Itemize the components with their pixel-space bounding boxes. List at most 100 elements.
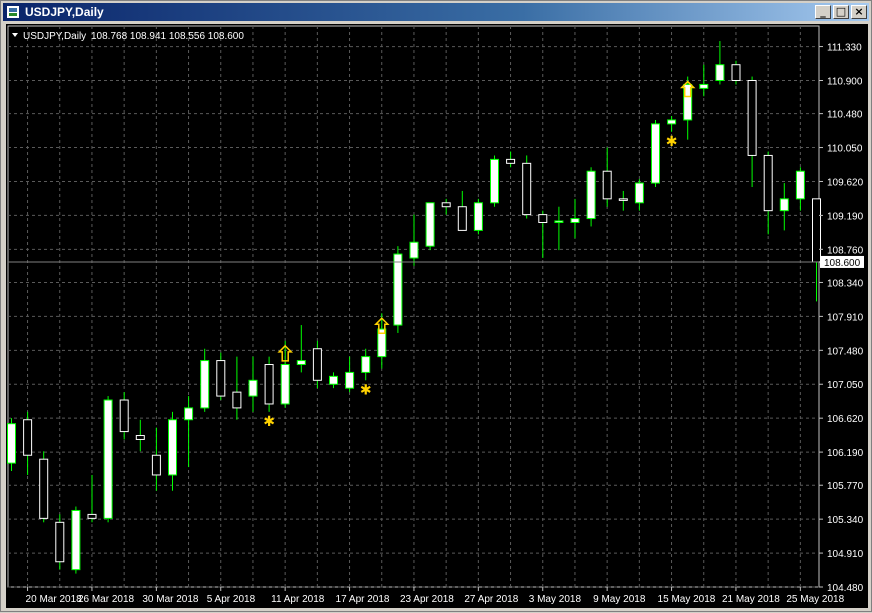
candle-body-bear (747, 79, 757, 156)
candle-body-bear (119, 399, 129, 433)
candle-body-bear (522, 162, 532, 216)
candle-body-bull (715, 64, 725, 81)
price-tick-label: 104.910 (827, 549, 864, 560)
price-tick-label: 108.760 (827, 245, 864, 256)
price-tick-label: 110.480 (827, 110, 863, 121)
date-tick-label: 15 May 2018 (658, 594, 716, 605)
price-tick-label: 104.480 (827, 583, 864, 594)
candle-body-bear (232, 391, 242, 409)
candle-body-bear (602, 170, 612, 200)
price-tick-label: 111.330 (827, 43, 862, 54)
date-tick-label: 25 May 2018 (786, 594, 844, 605)
candle-body-bull (71, 509, 81, 571)
candlestick-chart[interactable]: ✱ ✱ ✱ 111.330 110.900 110.480 110.050 109.620 1… (6, 24, 868, 608)
candle-body-bull (634, 182, 644, 204)
price-tick-label: 110.900 (827, 76, 863, 87)
candle-body-bull (699, 83, 709, 89)
candle-body-bull (490, 158, 499, 204)
candle[interactable] (7, 418, 16, 472)
candle[interactable] (103, 396, 113, 523)
window-title: USDJPY,Daily (25, 5, 104, 19)
close-button[interactable]: × (851, 5, 867, 19)
date-tick-label: 21 May 2018 (722, 594, 780, 605)
title-bar[interactable]: USDJPY,Daily _ □ × (3, 3, 869, 21)
candle-body-bear (135, 435, 145, 440)
date-tick-label: 9 May 2018 (593, 594, 646, 605)
candle[interactable] (393, 246, 403, 333)
candle-body-bull (393, 253, 403, 326)
candle[interactable] (264, 356, 274, 412)
candle-body-bull (473, 202, 483, 231)
candle-body-bear (39, 458, 49, 519)
chart-ohlc-values: 108.768 108.941 108.556 108.600 (91, 31, 244, 42)
price-tick-label: 107.480 (827, 346, 864, 357)
candle-body-bear (216, 360, 226, 397)
price-tick-label: 106.620 (827, 414, 864, 425)
candle-body-bull (570, 218, 580, 224)
candle[interactable] (731, 60, 741, 85)
candle-body-bear (441, 202, 451, 208)
price-tick-label: 109.190 (827, 211, 864, 222)
date-tick-label: 11 Apr 2018 (271, 594, 325, 605)
candle-body-bear (87, 513, 97, 519)
candle-body-bull (409, 241, 419, 259)
candle-body-bull (667, 119, 677, 125)
date-tick-label: 30 Mar 2018 (142, 594, 199, 605)
price-tick-label: 106.190 (827, 448, 864, 459)
candle-body-bear (731, 64, 741, 81)
price-tick-label: 107.910 (827, 312, 864, 323)
candle[interactable] (490, 155, 499, 207)
candle-body-bull (361, 356, 371, 373)
candle-body-bull (329, 375, 338, 385)
candle-body-bull (7, 423, 16, 464)
candle[interactable] (39, 451, 49, 523)
candle-body-bull (280, 364, 290, 405)
candle-body-bull (200, 360, 210, 409)
candle-body-bull (425, 202, 435, 247)
current-price-label: 108.600 (824, 258, 861, 269)
candle-body-bear (264, 364, 274, 405)
candle-body-bull (103, 399, 113, 519)
candle-body-bull (168, 419, 177, 476)
candle-body-bull (184, 407, 194, 421)
date-tick-label: 26 Mar 2018 (78, 594, 135, 605)
date-tick-label: 20 Mar 2018 (26, 594, 83, 605)
candle-body-bull (795, 170, 805, 200)
date-tick-label: 3 May 2018 (529, 594, 582, 605)
maximize-button[interactable]: □ (833, 5, 849, 19)
minimize-button[interactable]: _ (815, 5, 831, 19)
candle-body-bear (538, 214, 548, 224)
candle-body-bear (506, 158, 516, 164)
candle-body-bear (23, 419, 33, 456)
chart-symbol-label: USDJPY,Daily (23, 31, 86, 42)
date-tick-label: 17 Apr 2018 (336, 594, 390, 605)
chart-window: USDJPY,Daily _ □ × ✱ ✱ ✱ 111.330 110.900 110… (0, 0, 872, 612)
candle-body-bear (763, 154, 773, 212)
candle[interactable] (71, 506, 81, 574)
candle-body-bear (812, 198, 821, 263)
candle[interactable] (586, 167, 596, 227)
price-tick-label: 109.620 (827, 177, 864, 188)
price-tick-label: 110.050 (827, 144, 863, 155)
candle-body-bull (586, 170, 596, 220)
candle-body-bull (554, 220, 564, 224)
candle[interactable] (425, 202, 435, 251)
star-marker-icon: ✱ (263, 413, 275, 429)
candle-body-bull (345, 371, 355, 389)
candle-body-bear (618, 198, 628, 201)
price-tick-label: 108.340 (827, 278, 864, 289)
candle-body-bull (248, 379, 258, 397)
candle-body-bull (651, 123, 660, 184)
chart-area[interactable]: ✱ ✱ ✱ 111.330 110.900 110.480 110.050 109.620 1… (6, 24, 868, 608)
price-tick-label: 107.050 (827, 380, 864, 391)
candle[interactable] (522, 155, 532, 219)
candle-body-bear (457, 206, 467, 231)
candle-body-bull (296, 360, 306, 366)
candle[interactable] (651, 119, 660, 188)
candle[interactable] (473, 198, 483, 235)
candle[interactable] (55, 514, 65, 570)
candle-body-bear (312, 348, 322, 381)
date-tick-label: 5 Apr 2018 (207, 594, 256, 605)
chart-window-icon (6, 5, 20, 19)
price-tick-label: 105.770 (827, 481, 864, 492)
